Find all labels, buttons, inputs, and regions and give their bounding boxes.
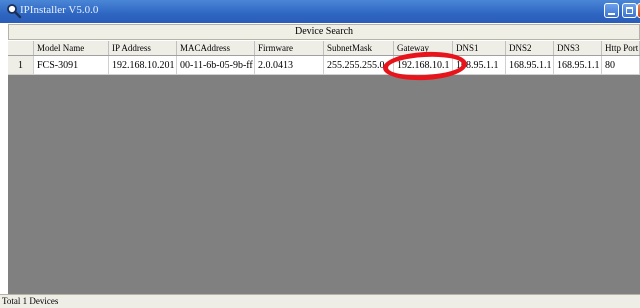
cell-gateway[interactable]: 192.168.10.1 [394,56,453,75]
cell-firmware[interactable]: 2.0.0413 [255,56,324,75]
column-header-ip-address[interactable]: IP Address [109,41,177,55]
cell-dns2[interactable]: 168.95.1.1 [506,56,554,75]
window-title: IPInstaller V5.0.0 [20,4,99,16]
cell-mac-address[interactable]: 00-11-6b-05-9b-ff [177,56,255,75]
column-header-firmware[interactable]: Firmware [255,41,324,55]
column-header-gateway[interactable]: Gateway [394,41,453,55]
cell-ip-address[interactable]: 192.168.10.201 [109,56,177,75]
row-number: 1 [8,56,34,75]
device-search-button[interactable]: Device Search [8,24,640,40]
cell-model-name[interactable]: FCS-3091 [34,56,109,75]
column-header-model-name[interactable]: Model Name [34,41,109,55]
column-header-dns2[interactable]: DNS2 [506,41,554,55]
window-left-border [0,23,8,308]
table-header: Model Name IP Address MACAddress Firmwar… [8,41,640,56]
minimize-button[interactable] [604,3,619,18]
title-bar: IPInstaller V5.0.0 [0,0,640,23]
cell-dns1[interactable]: 168.95.1.1 [453,56,506,75]
column-header-mac-address[interactable]: MACAddress [177,41,255,55]
maximize-icon [626,7,633,14]
table-row[interactable]: 1 FCS-3091 192.168.10.201 00-11-6b-05-9b… [8,56,640,75]
device-table: Model Name IP Address MACAddress Firmwar… [8,41,640,294]
column-header-dns3[interactable]: DNS3 [554,41,602,55]
column-header-subnet-mask[interactable]: SubnetMask [324,41,394,55]
minimize-icon [608,13,615,15]
cell-subnet-mask[interactable]: 255.255.255.0 [324,56,394,75]
cell-dns3[interactable]: 168.95.1.1 [554,56,602,75]
status-bar: Total 1 Devices [0,294,640,308]
column-header-http-port[interactable]: Http Port [602,41,640,55]
maximize-button[interactable] [622,3,637,18]
cell-http-port[interactable]: 80 [602,56,640,75]
column-header-dns1[interactable]: DNS1 [453,41,506,55]
column-header-index[interactable] [8,41,34,55]
